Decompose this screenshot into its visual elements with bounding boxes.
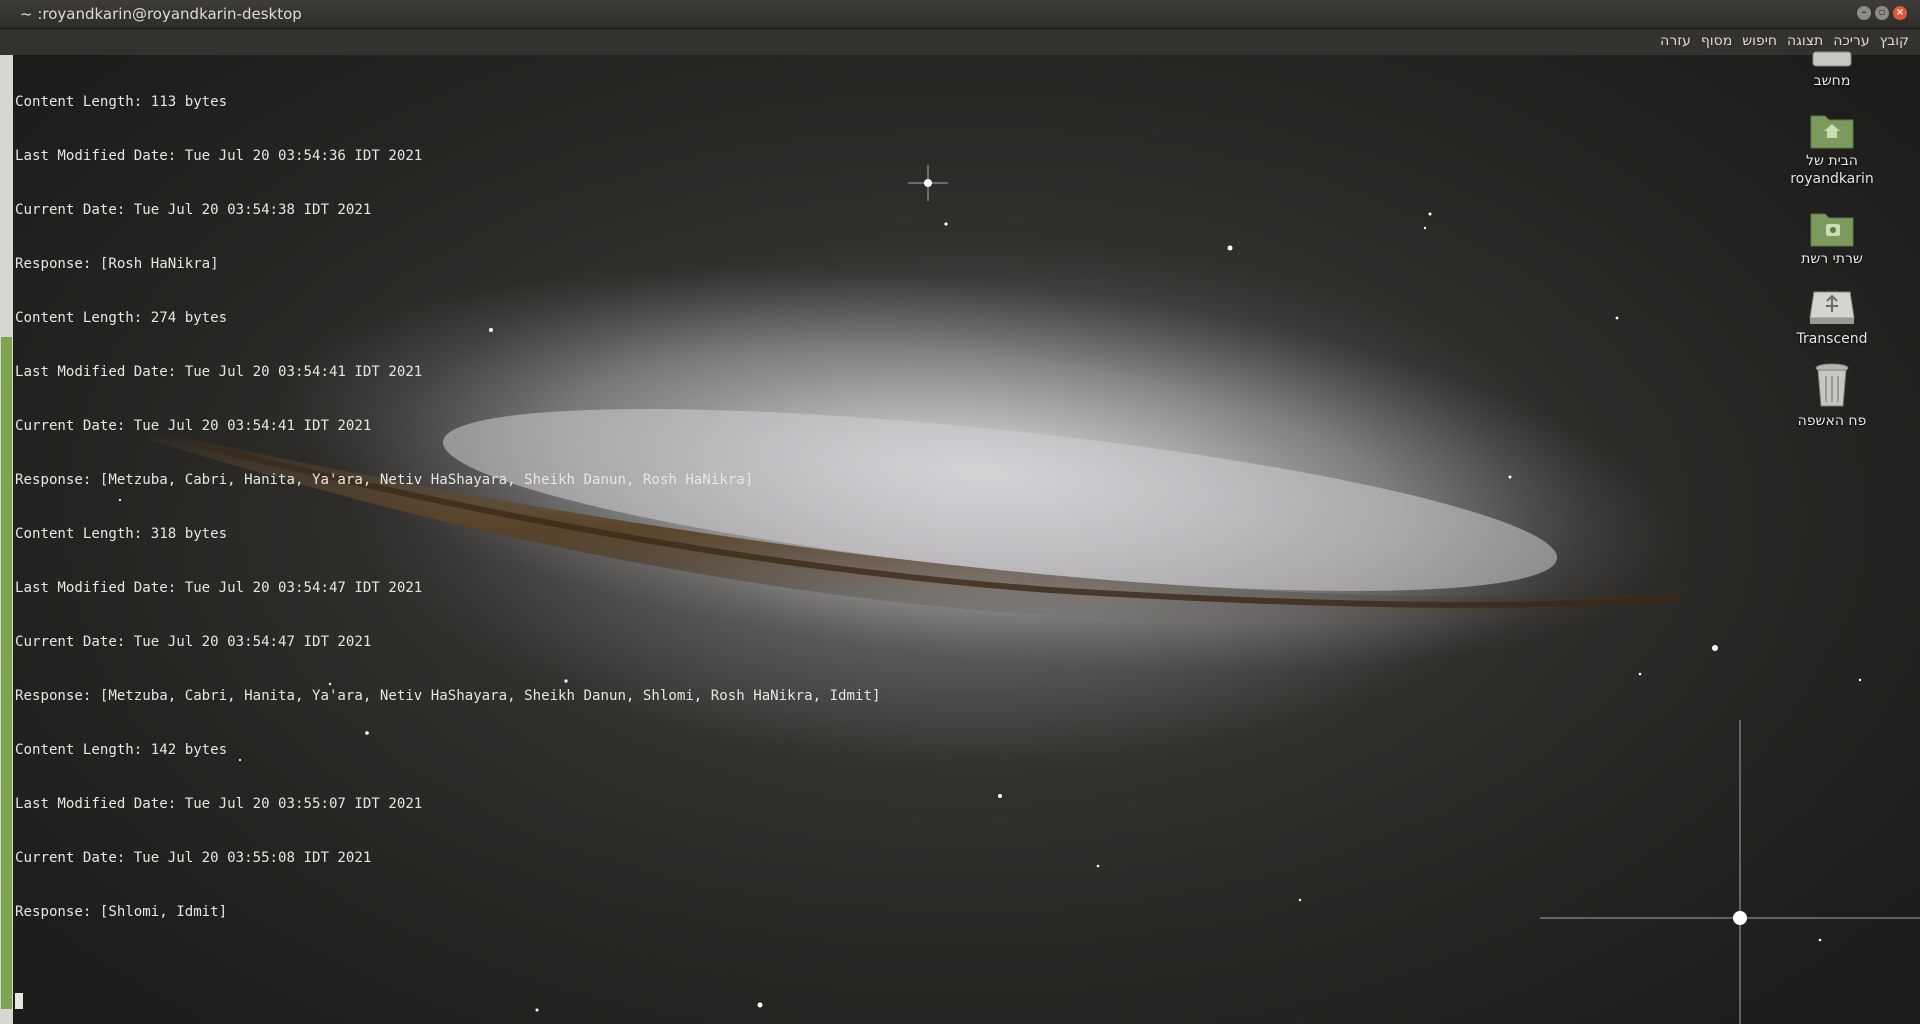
terminal-line: Content Length: 142 bytes <box>15 742 228 758</box>
terminal-line: Last Modified Date: Tue Jul 20 03:54:36 … <box>15 148 423 164</box>
desktop-icon-home[interactable]: הבית של royandkarin <box>1777 108 1887 188</box>
minimize-button[interactable]: – <box>1857 6 1871 20</box>
terminal-line: Last Modified Date: Tue Jul 20 03:54:41 … <box>15 364 423 380</box>
terminal-line: Current Date: Tue Jul 20 03:54:41 IDT 20… <box>15 418 372 434</box>
terminal-line: Content Length: 113 bytes <box>15 94 228 110</box>
desktop-icon-network[interactable]: שרתי רשת <box>1777 206 1887 268</box>
desktop-icon-label: שרתי רשת <box>1801 251 1863 267</box>
desktop-icon-transcend[interactable]: Transcend <box>1777 288 1887 348</box>
desktop-icon-computer[interactable]: מחשב <box>1777 50 1887 90</box>
desktop-icon-label: פח האשפה <box>1797 413 1867 429</box>
close-button[interactable]: × <box>1893 6 1907 20</box>
terminal-area[interactable]: Content Length: 113 bytes Last Modified … <box>0 55 1920 1024</box>
trash-icon <box>1815 363 1849 407</box>
terminal-line: Current Date: Tue Jul 20 03:55:08 IDT 20… <box>15 850 372 866</box>
window-titlebar[interactable]: ~ :royandkarin@royandkarin-desktop – ▫ × <box>0 0 1920 29</box>
window-title: ~ :royandkarin@royandkarin-desktop <box>20 5 302 23</box>
terminal-line: Last Modified Date: Tue Jul 20 03:55:07 … <box>15 796 423 812</box>
maximize-button[interactable]: ▫ <box>1875 6 1889 20</box>
network-folder-icon <box>1810 213 1854 247</box>
terminal-output: Content Length: 113 bytes Last Modified … <box>15 57 881 957</box>
menu-terminal[interactable]: מסוף <box>1696 33 1737 49</box>
terminal-line: Response: [Metzuba, Cabri, Hanita, Ya'ar… <box>15 472 754 488</box>
usb-drive-icon <box>1809 291 1855 324</box>
scrollbar-thumb[interactable] <box>1 337 12 1009</box>
home-folder-icon <box>1810 115 1854 149</box>
computer-icon <box>1812 51 1852 67</box>
terminal-line: Last Modified Date: Tue Jul 20 03:54:47 … <box>15 580 423 596</box>
menu-file[interactable]: קובץ <box>1875 33 1914 49</box>
terminal-line: Response: [Metzuba, Cabri, Hanita, Ya'ar… <box>15 688 881 704</box>
menu-search[interactable]: חיפוש <box>1737 33 1782 49</box>
terminal-line: Response: [Rosh HaNikra] <box>15 256 219 272</box>
desktop-icon-label: הבית של royandkarin <box>1790 153 1874 187</box>
desktop-icon-trash[interactable]: פח האשפה <box>1777 362 1887 430</box>
menu-edit[interactable]: עריכה <box>1828 33 1874 49</box>
menu-bar: קובץ עריכה תצוגה חיפוש מסוף עזרה <box>0 29 1920 55</box>
terminal-line: Content Length: 318 bytes <box>15 526 228 542</box>
terminal-line: Current Date: Tue Jul 20 03:54:47 IDT 20… <box>15 634 372 650</box>
menu-view[interactable]: תצוגה <box>1782 33 1828 49</box>
terminal-cursor <box>15 993 23 1009</box>
terminal-scrollbar[interactable] <box>0 55 13 1024</box>
terminal-line: Current Date: Tue Jul 20 03:54:38 IDT 20… <box>15 202 372 218</box>
desktop-icon-label: Transcend <box>1796 331 1868 347</box>
terminal-line: Response: [Shlomi, Idmit] <box>15 904 228 920</box>
menu-help[interactable]: עזרה <box>1655 33 1696 49</box>
terminal-line: Content Length: 274 bytes <box>15 310 228 326</box>
desktop-icon-label: מחשב <box>1813 73 1851 89</box>
